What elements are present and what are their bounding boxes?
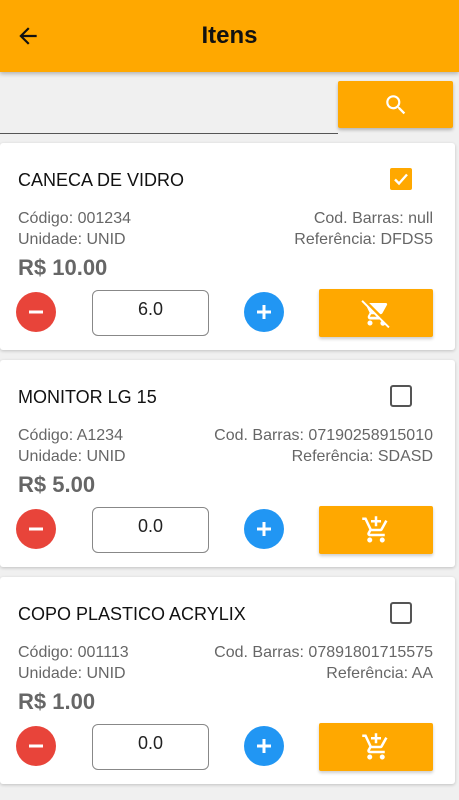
item-barcode: Cod. Barras: null — [313, 210, 433, 227]
minus-icon — [29, 527, 43, 531]
quantity-field[interactable]: 0.0 — [92, 724, 209, 770]
item-price: R$ 1.00 — [18, 689, 96, 714]
decrement-button[interactable] — [16, 726, 56, 766]
page-title: Itens — [201, 22, 258, 49]
list-item: MONITOR LG 15 Código: A1234 Cod. Barras:… — [0, 360, 455, 567]
item-code: Código: 001113 — [18, 644, 129, 661]
item-price: R$ 10.00 — [18, 255, 108, 280]
item-reference: Referência: DFDS5 — [294, 231, 433, 248]
item-code: Código: A1234 — [18, 427, 123, 444]
checkbox-unchecked[interactable] — [389, 384, 413, 408]
app-bar: Itens — [0, 0, 459, 72]
decrement-button[interactable] — [16, 509, 56, 549]
checkbox-unchecked[interactable] — [389, 601, 413, 625]
item-name: CANECA DE VIDRO — [18, 170, 185, 190]
item-price: R$ 5.00 — [18, 472, 96, 497]
search-button[interactable] — [338, 81, 453, 128]
search-icon — [385, 94, 405, 114]
increment-button[interactable] — [244, 726, 284, 766]
remove-from-cart-icon — [361, 300, 390, 328]
item-code: Código: 001234 — [18, 210, 131, 227]
search-input[interactable] — [0, 104, 338, 134]
decrement-button[interactable] — [16, 292, 56, 332]
item-reference: Referência: AA — [326, 665, 433, 682]
minus-icon — [29, 310, 43, 314]
item-barcode: Cod. Barras: 07190258915010 — [214, 427, 433, 444]
item-barcode: Cod. Barras: 07891801715575 — [214, 644, 433, 661]
plus-icon — [257, 739, 271, 753]
list-item: CANECA DE VIDRO Código: 001234 Cod. Barr… — [0, 143, 455, 350]
item-reference: Referência: SDASD — [291, 448, 433, 465]
item-name: COPO PLASTICO ACRYLIX — [18, 604, 246, 624]
minus-icon — [29, 744, 43, 748]
plus-icon — [257, 305, 271, 319]
item-unit: Unidade: UNID — [18, 231, 126, 248]
increment-button[interactable] — [244, 292, 284, 332]
quantity-field[interactable]: 6.0 — [92, 290, 209, 336]
quantity-field[interactable]: 0.0 — [92, 507, 209, 553]
add-to-cart-icon — [362, 733, 388, 760]
increment-button[interactable] — [244, 509, 284, 549]
item-name: MONITOR LG 15 — [18, 387, 157, 407]
item-unit: Unidade: UNID — [18, 665, 126, 682]
add-to-cart-button[interactable] — [319, 723, 433, 771]
item-unit: Unidade: UNID — [18, 448, 126, 465]
remove-from-cart-button[interactable] — [319, 289, 433, 337]
add-to-cart-button[interactable] — [319, 506, 433, 554]
list-item: COPO PLASTICO ACRYLIX Código: 001113 Cod… — [0, 577, 455, 784]
add-to-cart-icon — [362, 516, 388, 543]
plus-icon — [257, 522, 271, 536]
checkbox-checked[interactable] — [389, 167, 413, 191]
